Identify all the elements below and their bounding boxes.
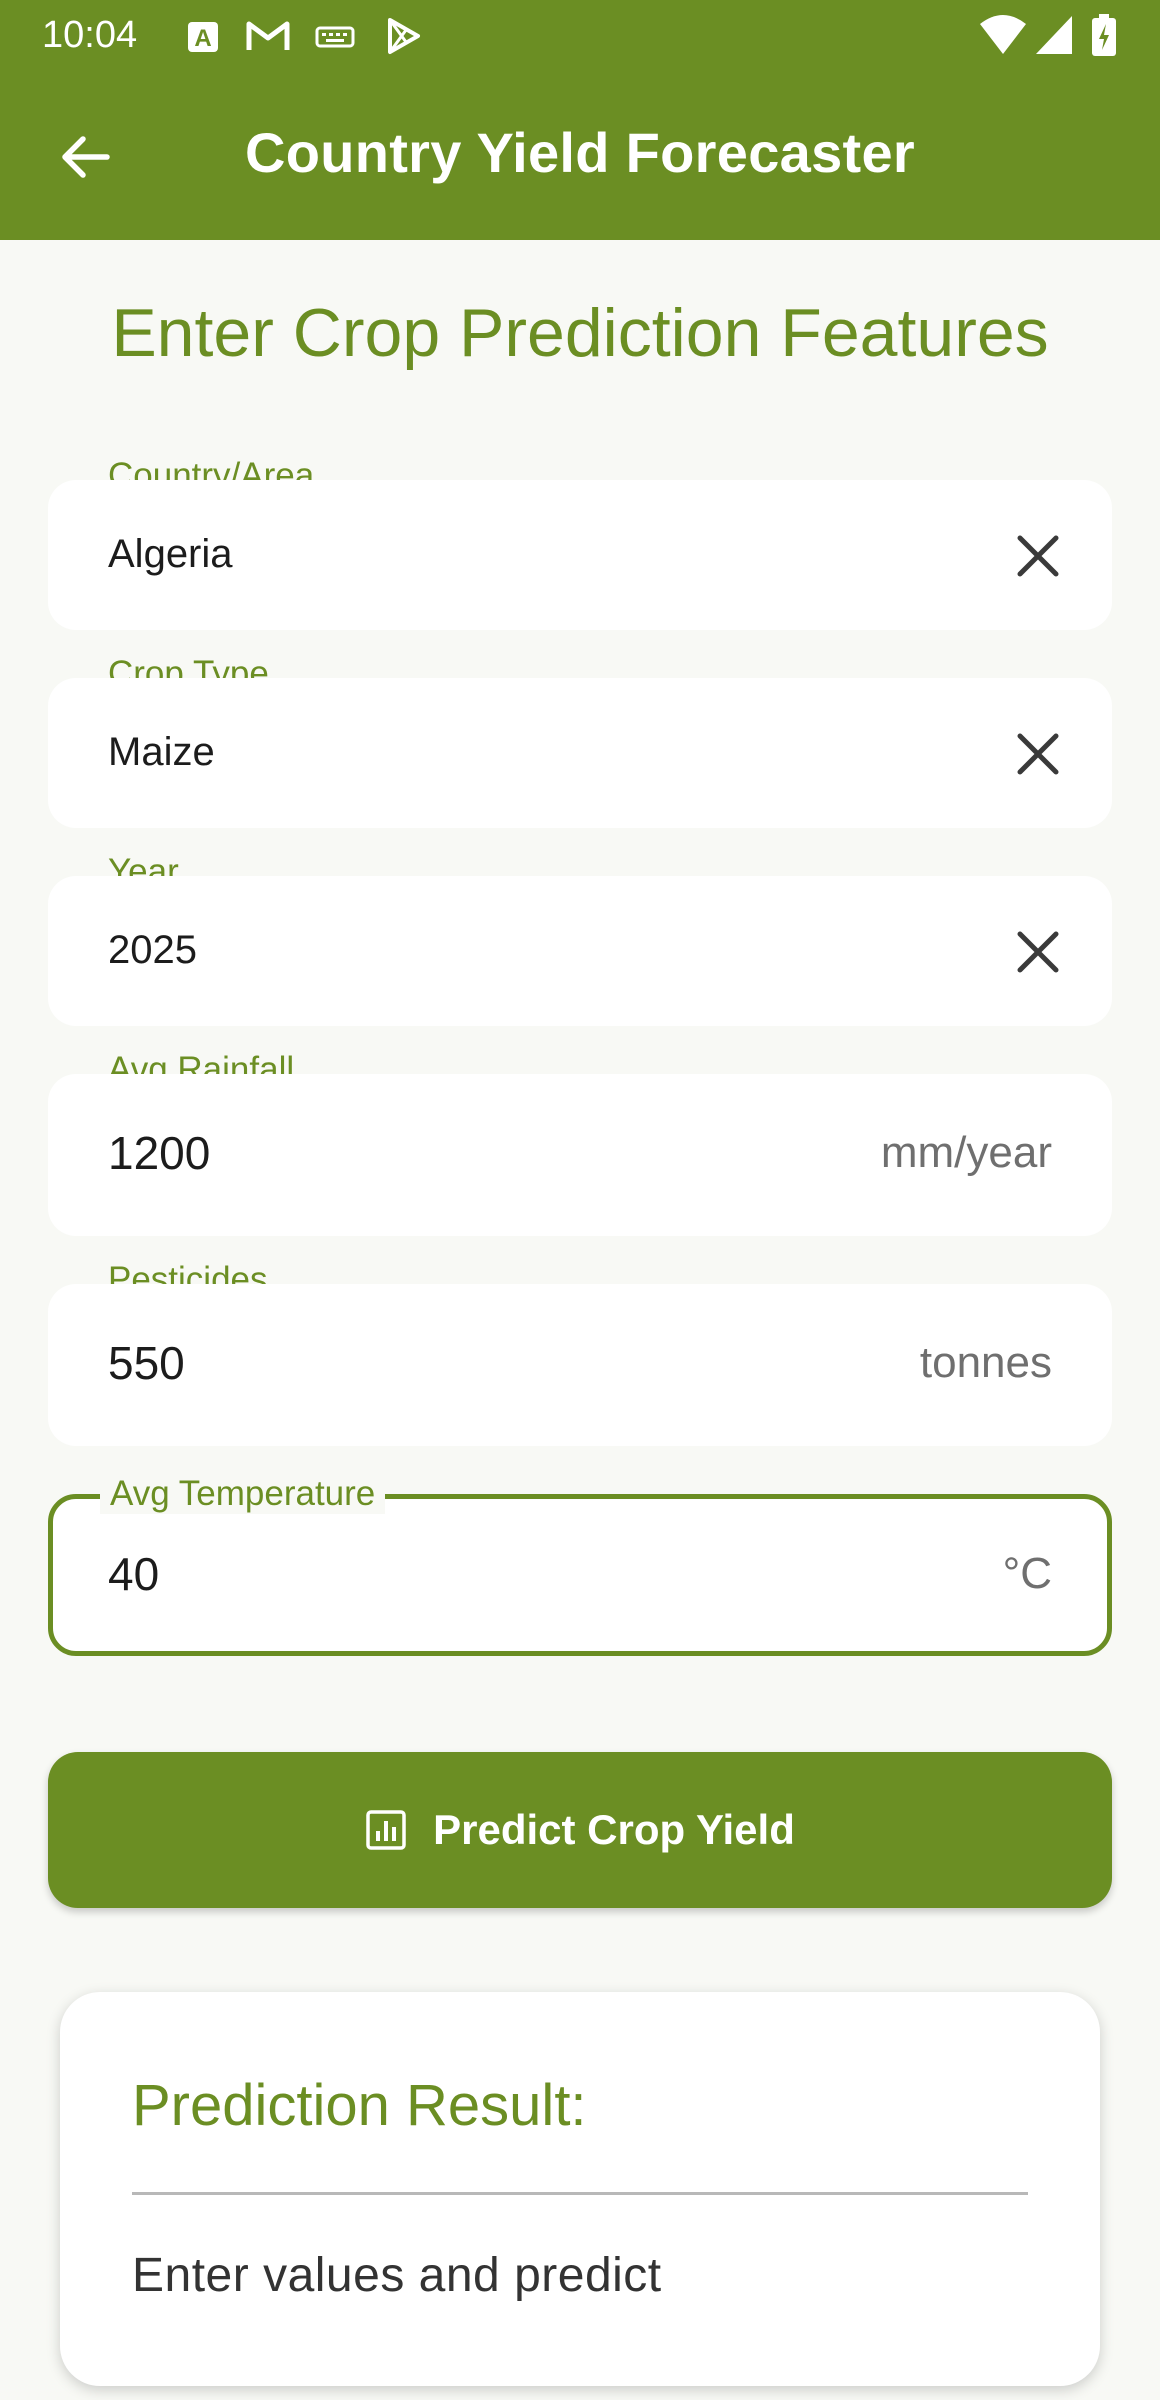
gmail-icon bbox=[246, 21, 290, 50]
page-heading: Enter Crop Prediction Features bbox=[111, 295, 1049, 371]
predict-button[interactable]: Predict Crop Yield bbox=[48, 1752, 1112, 1908]
country-field[interactable]: Algeria bbox=[48, 480, 1112, 630]
play-store-icon bbox=[388, 18, 420, 54]
temperature-value: 40 bbox=[108, 1548, 160, 1600]
keyboard-icon bbox=[315, 26, 355, 48]
temperature-label: Avg Temperature bbox=[100, 1474, 386, 1514]
rainfall-field[interactable]: 1200 mm/year bbox=[48, 1074, 1112, 1236]
signal-icon bbox=[1036, 16, 1072, 54]
status-bar: 10:04 A bbox=[0, 0, 1160, 72]
rainfall-suffix: mm/year bbox=[880, 1128, 1052, 1177]
country-value: Algeria bbox=[108, 532, 233, 576]
year-field[interactable]: 2025 bbox=[48, 876, 1112, 1026]
year-clear-button[interactable] bbox=[1000, 914, 1076, 990]
svg-text:A: A bbox=[194, 25, 211, 52]
result-divider bbox=[132, 2192, 1028, 2195]
close-icon bbox=[1017, 535, 1059, 577]
a-text-icon: A bbox=[188, 22, 218, 52]
crop-field[interactable]: Maize bbox=[48, 678, 1112, 828]
wifi-icon bbox=[980, 15, 1026, 54]
crop-value: Maize bbox=[108, 730, 215, 774]
result-card: Prediction Result: Enter values and pred… bbox=[60, 1992, 1100, 2386]
bar-chart-icon bbox=[366, 1810, 406, 1850]
temperature-suffix: °C bbox=[1002, 1549, 1052, 1598]
close-icon bbox=[1017, 733, 1059, 775]
close-icon bbox=[1017, 931, 1059, 973]
rainfall-value: 1200 bbox=[108, 1127, 211, 1179]
pesticides-suffix: tonnes bbox=[919, 1338, 1052, 1387]
battery-charging-icon bbox=[1092, 14, 1116, 56]
pesticides-value: 550 bbox=[108, 1337, 185, 1389]
app-title: Country Yield Forecaster bbox=[244, 121, 916, 184]
pesticides-field[interactable]: 550 tonnes bbox=[48, 1284, 1112, 1446]
status-time: 10:04 bbox=[42, 14, 138, 56]
result-title: Prediction Result: bbox=[132, 2073, 587, 2138]
crop-clear-button[interactable] bbox=[1000, 716, 1076, 792]
temperature-field[interactable]: 40 °C bbox=[48, 1494, 1112, 1656]
app-bar: 10:04 A Country Yield Forecaster bbox=[0, 0, 1160, 240]
result-text: Enter values and predict bbox=[132, 2249, 662, 2302]
year-value: 2025 bbox=[108, 928, 197, 972]
country-clear-button[interactable] bbox=[1000, 518, 1076, 594]
predict-button-label: Predict Crop Yield bbox=[433, 1806, 795, 1853]
